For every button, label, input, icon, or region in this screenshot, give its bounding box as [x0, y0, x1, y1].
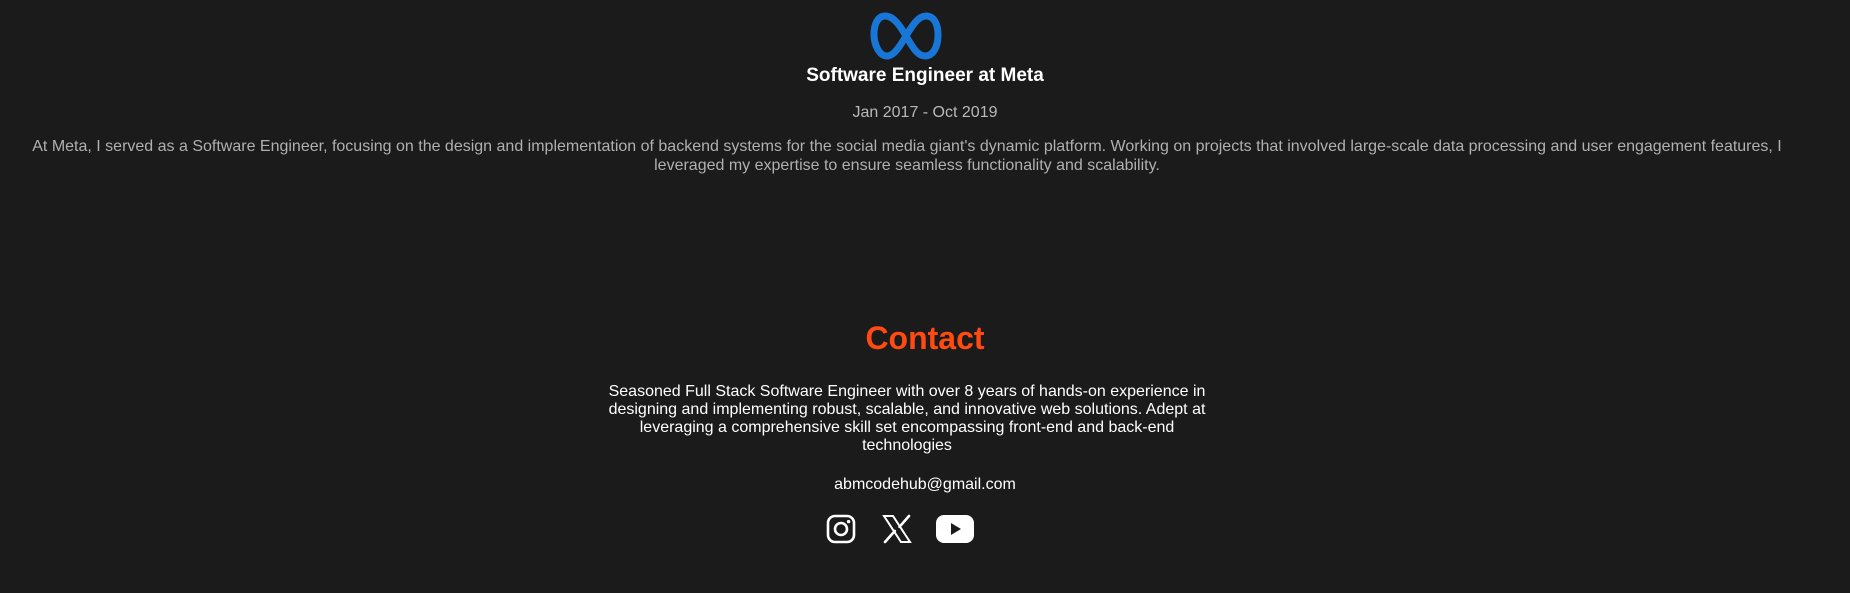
- x-twitter-icon: [882, 514, 912, 544]
- job-dates: Jan 2017 - Oct 2019: [852, 104, 998, 121]
- meta-logo-icon: [870, 12, 942, 60]
- job-description: At Meta, I served as a Software Engineer…: [32, 138, 1782, 174]
- job-title: Software Engineer at Meta: [806, 65, 1044, 86]
- youtube-icon: [936, 515, 974, 543]
- x-twitter-link[interactable]: [881, 513, 913, 545]
- instagram-link[interactable]: [825, 513, 857, 545]
- contact-email[interactable]: abmcodehub@gmail.com: [0, 475, 1850, 495]
- youtube-link[interactable]: [935, 513, 975, 545]
- social-links: [825, 510, 975, 548]
- contact-heading: Contact: [865, 320, 985, 356]
- contact-bio: Seasoned Full Stack Software Engineer wi…: [608, 383, 1206, 454]
- instagram-icon: [826, 514, 856, 544]
